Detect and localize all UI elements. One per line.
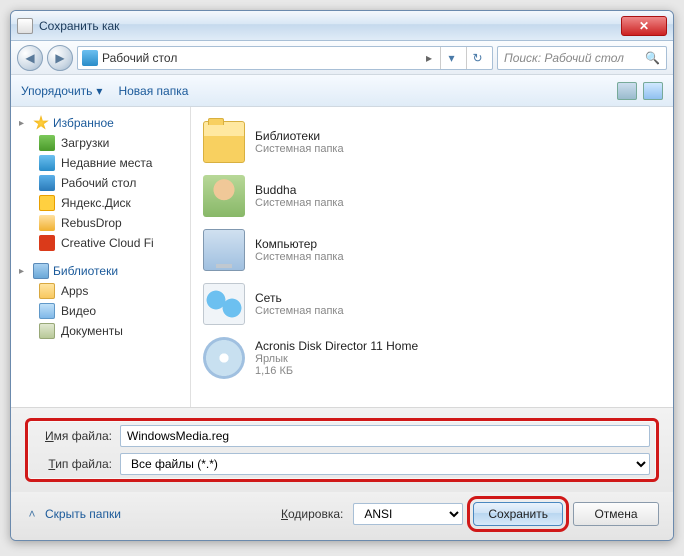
libraries-label: Библиотеки	[53, 264, 118, 278]
filetype-label: Тип файла:	[34, 457, 112, 471]
file-size: 1,16 КБ	[255, 365, 418, 377]
encoding-select[interactable]: ANSI	[353, 503, 463, 525]
collapse-icon[interactable]: ▸	[19, 118, 29, 129]
titlebar: Сохранить как ✕	[11, 11, 673, 41]
view-options-button[interactable]	[617, 82, 637, 100]
file-list[interactable]: БиблиотекиСистемная папкаBuddhaСистемная…	[191, 107, 673, 407]
collapse-icon[interactable]: ▸	[19, 266, 29, 277]
forward-button[interactable]: ▶	[47, 45, 73, 71]
sidebar-item[interactable]: Видео	[11, 301, 190, 321]
breadcrumb-arrow[interactable]: ▸	[422, 51, 436, 65]
file-meta: Системная папка	[255, 251, 344, 263]
sidebar-item-label: Загрузки	[61, 136, 109, 150]
back-button[interactable]: ◀	[17, 45, 43, 71]
save-as-dialog: Сохранить как ✕ ◀ ▶ Рабочий стол ▸ ▾ ↻ П…	[10, 10, 674, 541]
folder-icon	[39, 215, 55, 231]
sidebar-item-label: Недавние места	[61, 156, 152, 170]
sidebar: ▸ Избранное Загрузки Недавние места Рабочи…	[11, 107, 191, 407]
sidebar-libraries-header[interactable]: ▸ Библиотеки	[11, 261, 190, 281]
search-input[interactable]: Поиск: Рабочий стол 🔍	[497, 46, 667, 70]
organize-menu[interactable]: Упорядочить ▾	[21, 84, 102, 98]
star-icon	[33, 115, 49, 131]
organize-label: Упорядочить	[21, 84, 92, 98]
app-icon	[17, 18, 33, 34]
cancel-button[interactable]: Отмена	[573, 502, 659, 526]
search-placeholder: Поиск: Рабочий стол	[504, 51, 624, 65]
chevron-up-icon: ˄	[25, 507, 39, 521]
file-icon	[203, 337, 245, 379]
sidebar-item-label: Видео	[61, 304, 96, 318]
sidebar-favorites-header[interactable]: ▸ Избранное	[11, 113, 190, 133]
new-folder-button[interactable]: Новая папка	[118, 84, 188, 98]
file-icon	[203, 283, 245, 325]
file-item[interactable]: СетьСистемная папка	[199, 277, 665, 331]
file-name: Buddha	[255, 183, 344, 197]
address-bar[interactable]: Рабочий стол ▸ ▾ ↻	[77, 46, 493, 70]
chevron-down-icon: ▾	[96, 84, 102, 98]
library-icon	[39, 303, 55, 319]
file-item[interactable]: БиблиотекиСистемная папка	[199, 115, 665, 169]
dropdown-toggle[interactable]: ▾	[440, 47, 462, 69]
folder-icon	[39, 235, 55, 251]
encoding-label: Кодировка:	[281, 507, 343, 521]
file-name: Библиотеки	[255, 129, 344, 143]
sidebar-item[interactable]: Загрузки	[11, 133, 190, 153]
body: ▸ Избранное Загрузки Недавние места Рабочи…	[11, 107, 673, 407]
sidebar-item[interactable]: RebusDrop	[11, 213, 190, 233]
sidebar-item-label: Apps	[61, 284, 88, 298]
sidebar-item[interactable]: Яндекс.Диск	[11, 193, 190, 213]
sidebar-item-label: RebusDrop	[61, 216, 122, 230]
sidebar-item[interactable]: Недавние места	[11, 153, 190, 173]
file-icon	[203, 175, 245, 217]
file-meta: Ярлык	[255, 353, 418, 365]
sidebar-item[interactable]: Документы	[11, 321, 190, 341]
toolbar: Упорядочить ▾ Новая папка	[11, 75, 673, 107]
library-icon	[39, 323, 55, 339]
file-meta: Системная папка	[255, 143, 344, 155]
file-name: Сеть	[255, 291, 344, 305]
save-button[interactable]: Сохранить	[473, 502, 563, 526]
folder-icon	[39, 175, 55, 191]
file-icon	[203, 121, 245, 163]
sidebar-item[interactable]: Apps	[11, 281, 190, 301]
refresh-button[interactable]: ↻	[466, 47, 488, 69]
close-button[interactable]: ✕	[621, 16, 667, 36]
library-icon	[39, 283, 55, 299]
location-text: Рабочий стол	[102, 51, 418, 65]
file-item[interactable]: КомпьютерСистемная папка	[199, 223, 665, 277]
footer: ˄ Скрыть папки Кодировка: ANSI Сохранить…	[11, 492, 673, 540]
sidebar-item-label: Яндекс.Диск	[61, 196, 131, 210]
file-meta: Системная папка	[255, 197, 344, 209]
hide-folders-toggle[interactable]: ˄ Скрыть папки	[25, 507, 121, 521]
sidebar-item-label: Creative Cloud Fi	[61, 236, 154, 250]
highlight-filename-type: Имя файла: Тип файла: Все файлы (*.*)	[25, 418, 659, 482]
new-folder-label: Новая папка	[118, 84, 188, 98]
location-icon	[82, 50, 98, 66]
filename-input[interactable]	[120, 425, 650, 447]
filename-label: Имя файла:	[34, 429, 112, 443]
file-item[interactable]: BuddhaСистемная папка	[199, 169, 665, 223]
file-item[interactable]: Acronis Disk Director 11 HomeЯрлык1,16 К…	[199, 331, 665, 385]
window-title: Сохранить как	[39, 19, 621, 33]
hide-folders-label: Скрыть папки	[45, 507, 121, 521]
file-meta: Системная папка	[255, 305, 344, 317]
folder-icon	[39, 195, 55, 211]
sidebar-item-label: Документы	[61, 324, 123, 338]
libraries-icon	[33, 263, 49, 279]
folder-icon	[39, 155, 55, 171]
sidebar-item-label: Рабочий стол	[61, 176, 136, 190]
sidebar-item[interactable]: Creative Cloud Fi	[11, 233, 190, 253]
file-name: Acronis Disk Director 11 Home	[255, 339, 418, 353]
sidebar-item[interactable]: Рабочий стол	[11, 173, 190, 193]
search-icon: 🔍	[645, 51, 660, 65]
file-name: Компьютер	[255, 237, 344, 251]
filename-form: Имя файла: Тип файла: Все файлы (*.*)	[11, 407, 673, 492]
nav-bar: ◀ ▶ Рабочий стол ▸ ▾ ↻ Поиск: Рабочий ст…	[11, 41, 673, 75]
folder-icon	[39, 135, 55, 151]
favorites-label: Избранное	[53, 116, 114, 130]
help-button[interactable]	[643, 82, 663, 100]
filetype-select[interactable]: Все файлы (*.*)	[120, 453, 650, 475]
file-icon	[203, 229, 245, 271]
